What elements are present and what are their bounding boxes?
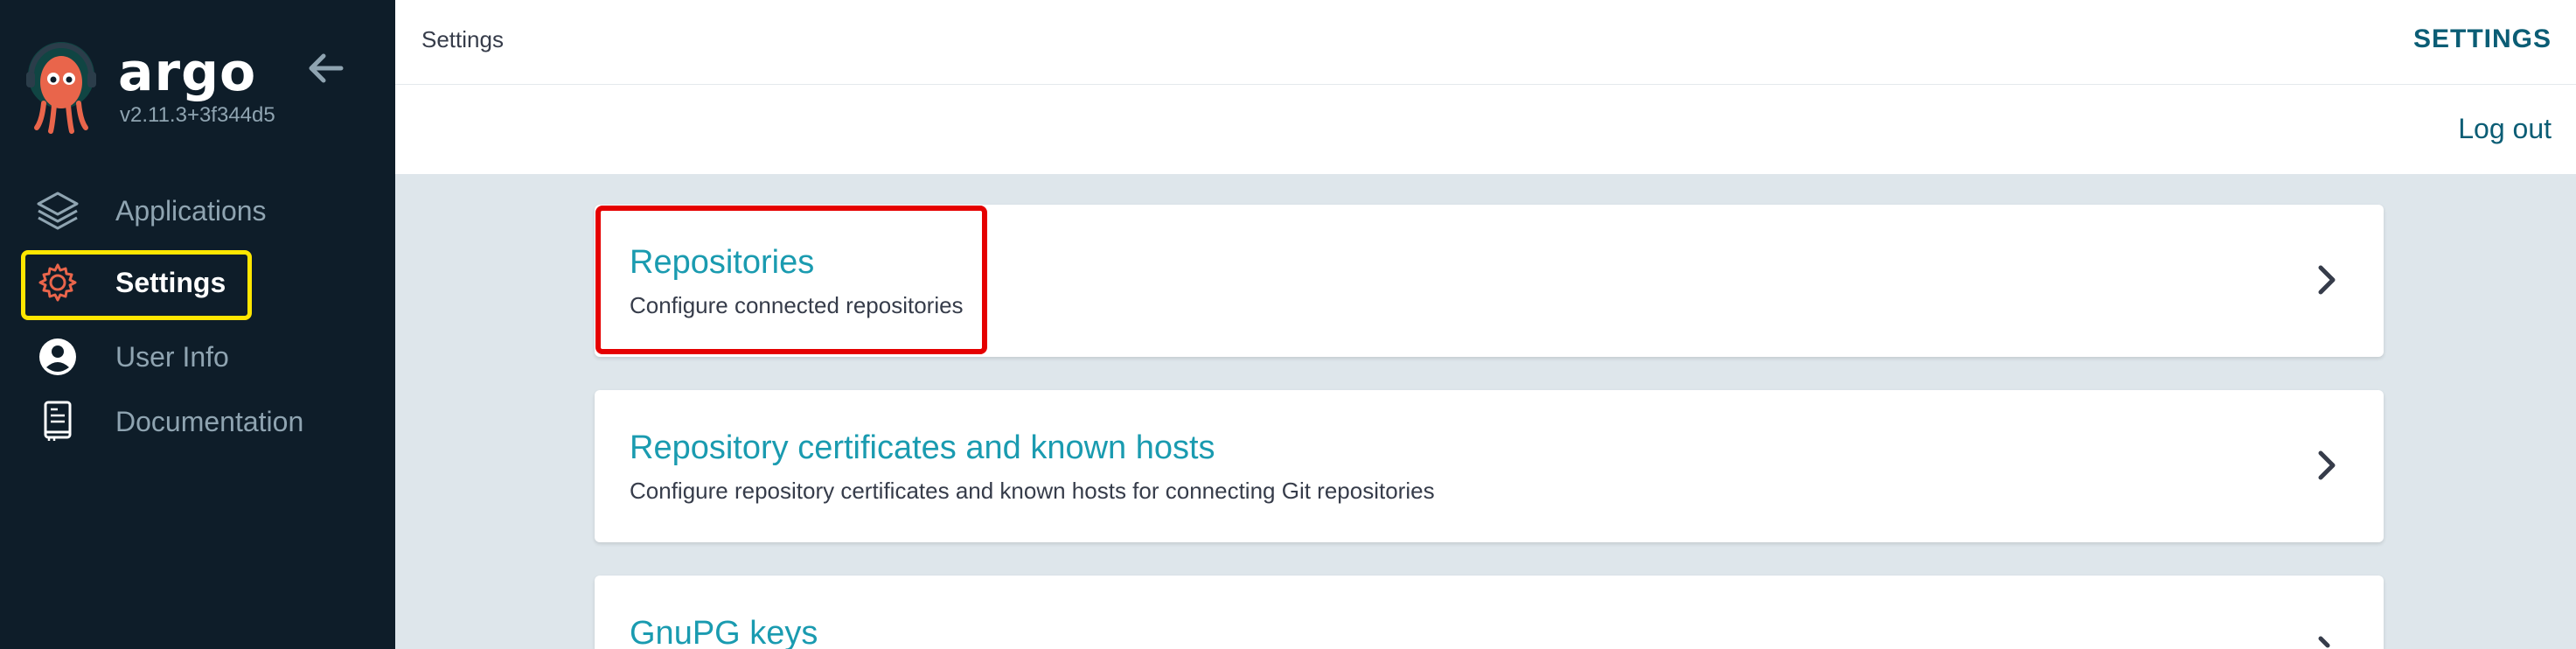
toolbar: Log out [395, 85, 2576, 174]
sidebar-item-label: User Info [115, 341, 229, 373]
sidebar-item-label: Documentation [115, 406, 304, 437]
chevron-right-icon [2318, 636, 2330, 648]
sidebar-item-label: Applications [115, 195, 267, 227]
highlight-box-repositories [595, 206, 987, 354]
card-description: Configure repository certificates and kn… [630, 478, 1435, 504]
argo-app: argo v2.11.3+3f344d5 Applications Settin… [0, 0, 2576, 649]
card-title: GnuPG keys [630, 615, 818, 649]
highlight-box-settings [21, 250, 252, 320]
chevron-right-icon [2318, 265, 2336, 295]
sidebar-item-documentation[interactable]: Documentation [0, 392, 395, 450]
settings-card-gnupg-keys[interactable]: GnuPG keys [595, 576, 2384, 649]
card-title: Repository certificates and known hosts [630, 429, 1215, 466]
page-title: SETTINGS [2412, 24, 2552, 53]
argo-logo [24, 40, 98, 135]
collapse-sidebar-button[interactable] [306, 51, 346, 86]
user-circle-icon [35, 336, 80, 378]
settings-card-repository-certificates[interactable]: Repository certificates and known hosts … [595, 390, 2384, 542]
sidebar-item-applications[interactable]: Applications [0, 181, 395, 239]
breadcrumb[interactable]: Settings [421, 26, 504, 53]
arrow-left-icon [309, 53, 344, 83]
book-icon [35, 401, 80, 443]
logout-button[interactable]: Log out [2458, 113, 2552, 145]
chevron-right-icon [2318, 450, 2336, 480]
sidebar-item-user-info[interactable]: User Info [0, 327, 395, 385]
brand-name: argo [118, 42, 257, 103]
top-bar: Settings SETTINGS [395, 0, 2576, 85]
layers-icon [35, 190, 80, 232]
app-version: v2.11.3+3f344d5 [120, 103, 275, 127]
sidebar: argo v2.11.3+3f344d5 Applications Settin… [0, 0, 395, 649]
